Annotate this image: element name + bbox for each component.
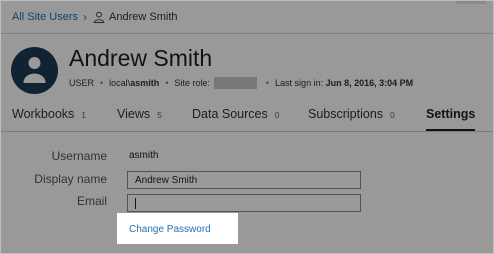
tab-label: Settings bbox=[426, 107, 476, 121]
domain-prefix: local\ bbox=[109, 78, 131, 88]
tab-subscriptions[interactable]: Subscriptions 0 bbox=[308, 107, 395, 131]
breadcrumb-divider bbox=[1, 33, 493, 34]
profile-tabs: Workbooks 1 Views 5 Data Sources 0 Subscrip… bbox=[1, 107, 493, 131]
tab-settings[interactable]: Settings bbox=[426, 107, 476, 131]
meta-separator: • bbox=[100, 78, 104, 88]
user-profile-page: All Site Users › Andrew Smith Andrew Smi… bbox=[0, 0, 494, 254]
meta-separator: • bbox=[165, 78, 169, 88]
change-password-link[interactable]: Change Password bbox=[129, 224, 211, 235]
tab-views[interactable]: Views 5 bbox=[117, 107, 162, 131]
last-sign-in-label: Last sign in: bbox=[275, 78, 324, 88]
tab-label: Views bbox=[117, 107, 151, 121]
user-meta-line: USER • local\ asmith • Site role: • Last… bbox=[69, 76, 413, 90]
display-name-field[interactable] bbox=[127, 171, 361, 189]
page-title: Andrew Smith bbox=[69, 45, 213, 71]
tab-count: 0 bbox=[390, 110, 395, 120]
tabs-divider bbox=[1, 131, 493, 132]
meta-username: asmith bbox=[130, 78, 160, 88]
tab-label: Subscriptions bbox=[308, 107, 384, 121]
tab-count: 1 bbox=[81, 110, 87, 120]
last-sign-in-value: Jun 8, 2016, 3:04 PM bbox=[325, 78, 414, 88]
meta-separator: • bbox=[265, 78, 270, 88]
top-edge-mark bbox=[456, 1, 486, 4]
site-role-label: Site role: bbox=[174, 78, 210, 88]
breadcrumb-separator: › bbox=[83, 10, 88, 24]
email-label: Email bbox=[76, 194, 107, 208]
user-outline-icon bbox=[93, 11, 105, 23]
user-silhouette-icon bbox=[23, 57, 46, 83]
breadcrumb: All Site Users › Andrew Smith bbox=[12, 8, 178, 26]
breadcrumb-current-user: Andrew Smith bbox=[109, 11, 178, 23]
tab-workbooks[interactable]: Workbooks 1 bbox=[12, 107, 86, 131]
site-role-value-redacted bbox=[213, 77, 257, 89]
username-label: Username bbox=[51, 149, 107, 163]
username-value: asmith bbox=[129, 150, 159, 161]
tab-label: Data Sources bbox=[192, 107, 268, 121]
tab-count: 0 bbox=[274, 110, 280, 120]
avatar bbox=[11, 47, 58, 94]
tab-data-sources[interactable]: Data Sources 0 bbox=[192, 107, 279, 131]
email-field[interactable] bbox=[127, 194, 361, 212]
tab-label: Workbooks bbox=[12, 107, 75, 121]
text-caret bbox=[135, 198, 136, 209]
role-badge: USER bbox=[69, 78, 95, 88]
display-name-label: Display name bbox=[34, 172, 107, 186]
tab-count: 5 bbox=[157, 110, 162, 120]
breadcrumb-all-site-users-link[interactable]: All Site Users bbox=[12, 11, 78, 23]
